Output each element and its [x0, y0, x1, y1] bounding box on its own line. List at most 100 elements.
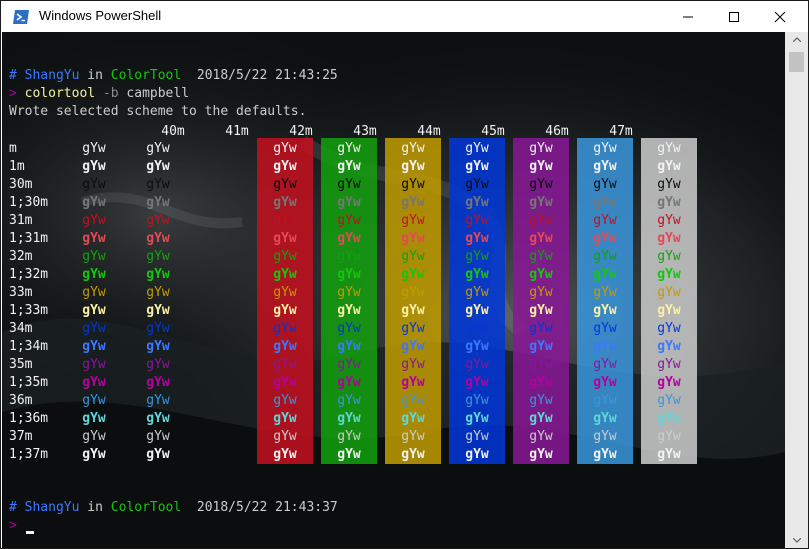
sample-cell-1-35m-41m: gYw [273, 375, 297, 390]
sample-cell-1-33m-45m: gYw [529, 303, 553, 318]
sample-cell-1-33m-42m: gYw [337, 303, 361, 318]
sample-cell-1-31m-45m: gYw [529, 231, 553, 246]
sample-cell-1-37m-default: gYw [82, 447, 106, 462]
sample-cell-36m-41m: gYw [273, 393, 297, 408]
sample-cell-32m-46m: gYw [593, 249, 617, 264]
sample-cell-33m-46m: gYw [593, 285, 617, 300]
minimize-button[interactable] [665, 1, 711, 32]
sample-cell-34m-42m: gYw [337, 321, 361, 336]
title-bar[interactable]: Windows PowerShell [1, 1, 808, 32]
sample-cell-1-36m-41m: gYw [273, 411, 297, 426]
sample-cell-32m-41m: gYw [273, 249, 297, 264]
sample-cell-1m-44m: gYw [465, 159, 489, 174]
sample-cell-36m-42m: gYw [337, 393, 361, 408]
sample-cell-32m-44m: gYw [465, 249, 489, 264]
sample-cell-m-default: gYw [82, 141, 106, 156]
prompt-dir: ColorTool [110, 68, 182, 83]
row-label-1m: 1m [9, 159, 25, 174]
sample-cell-32m-42m: gYw [337, 249, 361, 264]
sample-cell-1-33m-default: gYw [82, 303, 106, 318]
sample-cell-1-30m-41m: gYw [273, 195, 297, 210]
terminal-area[interactable]: # ShangYu in ColorTool 2018/5/22 21:43:2… [2, 32, 808, 548]
maximize-button[interactable] [711, 1, 757, 32]
sample-cell-m-42m: gYw [337, 141, 361, 156]
sample-cell-33m-44m: gYw [465, 285, 489, 300]
vertical-scrollbar[interactable] [785, 32, 808, 548]
column-header-40m: 40m [161, 124, 185, 139]
sample-cell-1-35m-43m: gYw [401, 375, 425, 390]
sample-cell-35m-41m: gYw [273, 357, 297, 372]
sample-cell-35m-42m: gYw [337, 357, 361, 372]
sample-cell-36m-40m: gYw [146, 393, 170, 408]
sample-cell-1-31m-42m: gYw [337, 231, 361, 246]
sample-cell-37m-41m: gYw [273, 429, 297, 444]
row-label-1-35m: 1;35m [9, 375, 49, 390]
scrollbar-thumb[interactable] [789, 52, 804, 72]
sample-cell-m-46m: gYw [593, 141, 617, 156]
sample-cell-m-40m: gYw [146, 141, 170, 156]
sample-cell-1-36m-default: gYw [82, 411, 106, 426]
sample-cell-1m-41m: gYw [273, 159, 297, 174]
sample-cell-37m-40m: gYw [146, 429, 170, 444]
sample-cell-35m-47m: gYw [657, 357, 681, 372]
text-cursor [26, 531, 34, 534]
prompt-dir: ColorTool [110, 500, 182, 515]
sample-cell-1-35m-42m: gYw [337, 375, 361, 390]
sample-cell-33m-default: gYw [82, 285, 106, 300]
sample-cell-1-33m-44m: gYw [465, 303, 489, 318]
row-label-m: m [9, 141, 17, 156]
sample-cell-32m-43m: gYw [401, 249, 425, 264]
prompt-in: in [87, 68, 103, 83]
sample-cell-30m-43m: gYw [401, 177, 425, 192]
row-label-35m: 35m [9, 357, 33, 372]
sample-cell-1-37m-41m: gYw [273, 447, 297, 462]
sample-cell-34m-46m: gYw [593, 321, 617, 336]
sample-cell-1-34m-default: gYw [82, 339, 106, 354]
close-button[interactable] [757, 1, 803, 32]
command-output: Wrote selected scheme to the defaults. [9, 104, 307, 119]
prompt-user: ShangYu [24, 500, 80, 515]
prompt-line-2: # ShangYu in ColorTool 2018/5/22 21:43:3… [9, 499, 338, 517]
sample-cell-34m-default: gYw [82, 321, 106, 336]
sample-cell-m-44m: gYw [465, 141, 489, 156]
sample-cell-37m-42m: gYw [337, 429, 361, 444]
command-arg: campbell [126, 86, 190, 101]
sample-cell-1-34m-47m: gYw [657, 339, 681, 354]
sample-cell-35m-46m: gYw [593, 357, 617, 372]
sample-cell-1-34m-46m: gYw [593, 339, 617, 354]
row-label-1-32m: 1;32m [9, 267, 49, 282]
sample-cell-1-32m-47m: gYw [657, 267, 681, 282]
sample-cell-31m-41m: gYw [273, 213, 297, 228]
sample-cell-1-35m-46m: gYw [593, 375, 617, 390]
column-header-41m: 41m [225, 124, 249, 139]
sample-cell-1-33m-43m: gYw [401, 303, 425, 318]
sample-cell-1-32m-44m: gYw [465, 267, 489, 282]
sample-cell-1-37m-43m: gYw [401, 447, 425, 462]
sample-cell-35m-default: gYw [82, 357, 106, 372]
sample-cell-30m-41m: gYw [273, 177, 297, 192]
sample-cell-1-30m-42m: gYw [337, 195, 361, 210]
sample-cell-1-30m-40m: gYw [146, 195, 170, 210]
prompt-user: ShangYu [24, 68, 80, 83]
sample-cell-1-35m-40m: gYw [146, 375, 170, 390]
scroll-up-button[interactable] [785, 32, 808, 48]
scroll-down-button[interactable] [785, 533, 808, 548]
sample-cell-33m-47m: gYw [657, 285, 681, 300]
sample-cell-30m-47m: gYw [657, 177, 681, 192]
sample-cell-36m-default: gYw [82, 393, 106, 408]
sample-cell-1-30m-46m: gYw [593, 195, 617, 210]
sample-cell-34m-47m: gYw [657, 321, 681, 336]
sample-cell-m-47m: gYw [657, 141, 681, 156]
sample-cell-1-33m-46m: gYw [593, 303, 617, 318]
row-label-36m: 36m [9, 393, 33, 408]
sample-cell-1-34m-43m: gYw [401, 339, 425, 354]
sample-cell-33m-40m: gYw [146, 285, 170, 300]
sample-cell-1-31m-default: gYw [82, 231, 106, 246]
sample-cell-1m-42m: gYw [337, 159, 361, 174]
sample-cell-31m-default: gYw [82, 213, 106, 228]
sample-cell-31m-47m: gYw [657, 213, 681, 228]
sample-cell-36m-45m: gYw [529, 393, 553, 408]
minimize-icon [683, 16, 693, 18]
sample-cell-35m-44m: gYw [465, 357, 489, 372]
sample-cell-1m-45m: gYw [529, 159, 553, 174]
